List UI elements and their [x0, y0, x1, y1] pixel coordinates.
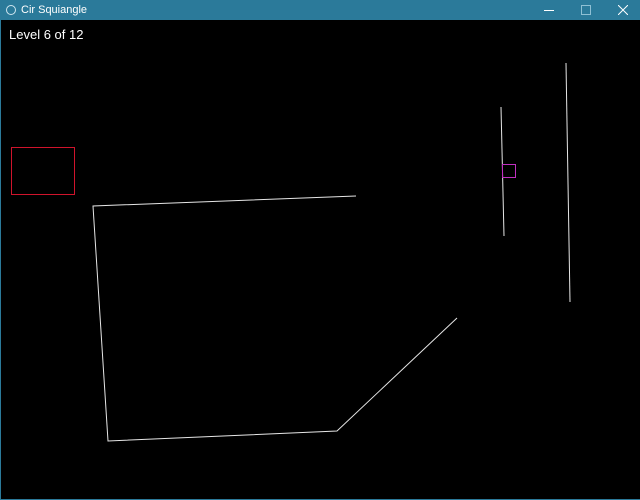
close-icon [617, 5, 628, 15]
window-controls [530, 0, 640, 20]
wall-polyline [92, 195, 458, 442]
maximize-icon [580, 5, 591, 15]
minimize-button[interactable] [530, 0, 567, 20]
close-button[interactable] [604, 0, 640, 20]
title-bar[interactable]: Cir Squiangle [1, 0, 640, 20]
game-window: Cir Squiangle Level 6 of 12 [0, 0, 640, 500]
app-icon [6, 5, 16, 15]
window-title: Cir Squiangle [21, 4, 88, 16]
maximize-button[interactable] [567, 0, 604, 20]
goal-box [11, 147, 75, 195]
minimize-icon [543, 10, 554, 11]
wall-segment-long [565, 62, 571, 303]
player-square [502, 164, 516, 178]
game-scene [11, 62, 571, 442]
game-canvas[interactable]: Level 6 of 12 [2, 20, 640, 499]
